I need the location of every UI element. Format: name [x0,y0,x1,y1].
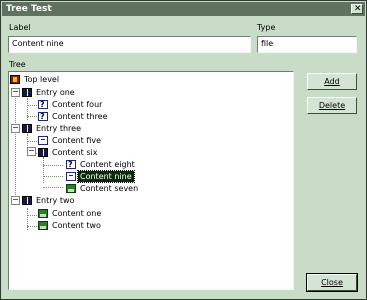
image-icon [66,184,76,193]
image-icon [38,221,48,230]
tree-connector [15,88,16,201]
book-icon [22,196,32,205]
doc-help-icon [38,99,48,110]
tree-connector [27,141,37,142]
minus-icon: − [28,146,35,155]
tree-test-window: Tree Test ✕ Label Content nine Type file… [0,0,367,300]
tree-connector [27,105,37,106]
tree-node-label: Content five [52,136,102,145]
minus-icon: − [12,195,19,204]
type-input[interactable]: file [257,36,357,53]
tree-connector [43,165,63,166]
type-caption: Type [257,23,276,32]
add-button-label: Add [324,77,340,86]
tree-connector [27,215,37,216]
doc-icon [66,172,76,181]
label-input-value: Content nine [12,39,64,48]
type-input-value: file [261,39,274,48]
toplevel-icon [10,75,20,84]
doc-help-icon [66,159,76,170]
tree-caption: Tree [9,60,26,69]
title-bar: Tree Test ✕ [2,2,365,16]
delete-button[interactable]: Delete [307,97,357,114]
tree-view[interactable]: − − − − Top level Entry one Content four… [8,71,294,290]
tree-node-label: Content nine [77,170,135,183]
image-icon [38,209,48,218]
tree-connector [43,176,63,177]
tree-node-label: Content four [52,100,103,109]
label-input[interactable]: Content nine [8,36,251,53]
collapse-entry-three-toggle[interactable]: − [11,124,20,133]
collapse-entry-two-toggle[interactable]: − [11,196,20,205]
tree-connector [43,157,44,183]
close-button-label: Close [321,278,343,287]
minus-icon: − [12,87,19,96]
tree-node-label: Content three [52,112,108,121]
collapse-content-six-toggle[interactable]: − [27,147,36,156]
tree-node-label: Content one [52,209,102,218]
minus-icon: − [12,123,19,132]
doc-icon [38,136,48,145]
tree-connector [43,187,63,188]
tree-node-label: Content eight [80,160,135,169]
close-icon: ✕ [354,4,362,14]
tree-node-label: Entry one [36,88,75,97]
close-button[interactable]: Close [306,273,358,292]
doc-help-icon [38,111,48,122]
book-icon [22,124,32,133]
tree-node-label: Content two [52,221,101,230]
tree-node-label: Entry two [36,196,75,205]
tree-connector [27,116,37,117]
book-icon [22,88,32,97]
tree-connector [27,226,37,227]
book-icon [38,148,48,157]
tree-node-label: Entry three [36,124,81,133]
tree-node-label: Content six [52,148,98,157]
add-button[interactable]: Add [307,73,357,90]
delete-button-label: Delete [318,101,346,110]
tree-node-label: Top level [24,75,60,84]
tree-node-label: Content seven [80,184,139,193]
collapse-entry-one-toggle[interactable]: − [11,88,20,97]
label-caption: Label [9,23,31,32]
window-title: Tree Test [6,4,52,14]
window-close-button[interactable]: ✕ [351,4,363,14]
